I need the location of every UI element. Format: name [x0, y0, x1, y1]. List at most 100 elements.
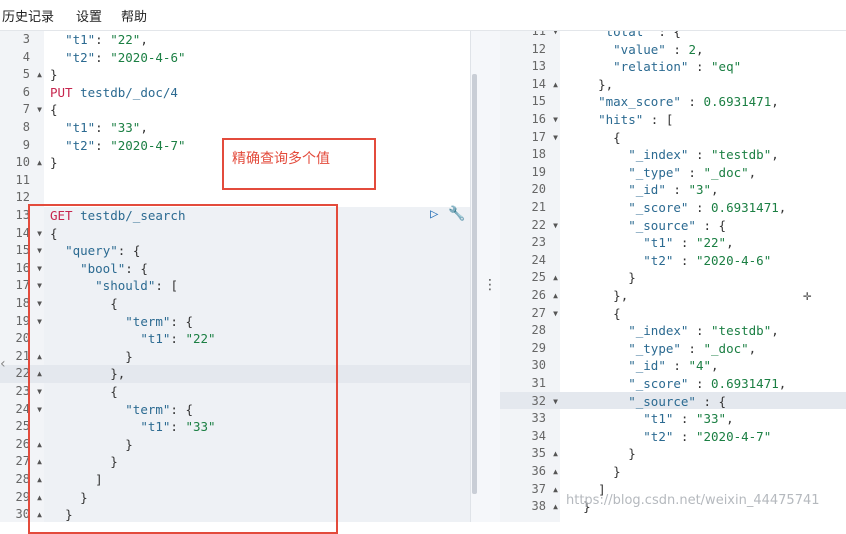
fold-close-icon[interactable]: ▲ — [553, 481, 558, 499]
code-line[interactable]: 27 ▼ { — [500, 305, 846, 323]
line-number: 25 — [531, 270, 546, 285]
fold-close-icon[interactable]: ▲ — [553, 445, 558, 463]
line-number: 38 — [531, 499, 546, 514]
code-line[interactable]: 19 "_type" : "_doc", — [500, 164, 846, 182]
fold-close-icon[interactable]: ▲ — [37, 154, 42, 172]
code-line[interactable]: 31 "_score" : 0.6931471, — [500, 375, 846, 393]
code-text: } — [613, 464, 621, 479]
code-line[interactable]: 12 "value" : 2, — [500, 41, 846, 59]
line-number: 7 — [22, 102, 30, 117]
code-text: "value" : 2, — [613, 41, 704, 57]
fold-close-icon[interactable]: ▲ — [553, 498, 558, 516]
line-number: 28 — [531, 323, 546, 338]
line-number: 37 — [531, 481, 546, 496]
code-text: "_source" : { — [628, 393, 727, 409]
code-line[interactable]: 33 "t1" : "33", — [500, 410, 846, 428]
line-number: 19 — [531, 164, 546, 179]
line-number: 21 — [531, 200, 546, 214]
fold-close-icon[interactable]: ▲ — [553, 269, 558, 287]
line-number: 29 — [531, 340, 546, 355]
code-line[interactable]: 23 "t1" : "22", — [500, 234, 846, 252]
line-number: 32 — [531, 393, 546, 408]
play-icon[interactable]: ▷ — [430, 206, 438, 222]
fold-open-icon[interactable]: ▼ — [553, 31, 558, 41]
code-line[interactable]: 17 ▼ { — [500, 129, 846, 147]
code-line[interactable]: 30 "_id" : "4", — [500, 357, 846, 375]
code-line[interactable]: 29 "_type" : "_doc", — [500, 340, 846, 358]
fold-close-icon[interactable]: ▲ — [553, 463, 558, 481]
code-line[interactable]: 11 ▼ "total" : { — [500, 31, 846, 41]
fold-open-icon[interactable]: ▼ — [553, 217, 558, 235]
fold-close-icon[interactable]: ▲ — [37, 66, 42, 84]
code-text: { — [613, 129, 621, 145]
code-text: } — [628, 270, 636, 286]
menu-bar: 历史记录 设置 帮助 — [0, 0, 846, 31]
code-text: { — [613, 305, 621, 321]
code-line[interactable]: 16 ▼ "hits" : [ — [500, 111, 846, 129]
fold-open-icon[interactable]: ▼ — [553, 129, 558, 147]
menu-history[interactable]: 历史记录 — [2, 6, 54, 25]
watermark: https://blog.csdn.net/weixin_44475741 — [566, 493, 820, 508]
menu-help[interactable]: 帮助 — [121, 6, 147, 25]
line-number: 8 — [22, 120, 30, 134]
code-text: } — [50, 67, 58, 83]
code-line[interactable]: 8 "t1": "33", — [0, 119, 470, 137]
code-line[interactable]: 15 "max_score" : 0.6931471, — [500, 93, 846, 111]
line-number: 10 — [15, 155, 30, 170]
code-text: "t2": "2020-4-6" — [65, 49, 186, 65]
chevron-left-icon: ‹ — [0, 356, 6, 372]
fold-open-icon[interactable]: ▼ — [553, 111, 558, 129]
fold-close-icon[interactable]: ▲ — [553, 76, 558, 94]
code-text: "hits" : [ — [598, 112, 674, 127]
line-number: 30 — [531, 358, 546, 373]
fold-open-icon[interactable]: ▼ — [37, 101, 42, 119]
line-number: 11 — [15, 172, 30, 187]
code-text: }, — [598, 76, 614, 92]
code-line[interactable]: 20 "_id" : "3", — [500, 181, 846, 199]
code-text: "_id" : "3", — [628, 182, 719, 198]
code-line[interactable]: 25 ▲ } — [500, 269, 846, 287]
line-number: 35 — [531, 446, 546, 461]
fold-open-icon[interactable]: ▼ — [553, 305, 558, 323]
wrench-icon[interactable]: 🔧 — [448, 206, 465, 222]
highlight-frame — [28, 204, 338, 534]
code-line[interactable]: 22 ▼ "_source" : { — [500, 217, 846, 235]
fold-close-icon[interactable]: ▲ — [553, 287, 558, 305]
code-line[interactable]: 13 "relation" : "eq" — [500, 58, 846, 76]
code-text: "t2" : "2020-4-7" — [643, 428, 772, 444]
code-line[interactable]: 35 ▲ } — [500, 445, 846, 463]
code-line[interactable]: 5 ▲} — [0, 66, 470, 84]
code-line[interactable]: 18 "_index" : "testdb", — [500, 146, 846, 164]
code-line[interactable]: 7 ▼ { — [0, 101, 470, 119]
code-line[interactable]: 14 ▲ }, — [500, 76, 846, 94]
code-line[interactable]: 28 "_index" : "testdb", — [500, 322, 846, 340]
line-number: 23 — [531, 235, 546, 250]
line-number: 20 — [531, 182, 546, 197]
line-number: 31 — [531, 376, 546, 390]
request-scrollbar[interactable] — [472, 74, 477, 494]
code-text: { — [50, 102, 58, 118]
code-line[interactable]: 6 PUT testdb/_doc/4 — [0, 84, 470, 102]
line-number: 16 — [531, 112, 546, 126]
code-line[interactable]: 36 ▲ } — [500, 463, 846, 481]
code-line[interactable]: 21 "_score" : 0.6931471, — [500, 199, 846, 217]
drag-handle-icon[interactable]: ⋮ — [483, 277, 497, 293]
line-number: 17 — [531, 129, 546, 144]
line-number: 33 — [531, 411, 546, 426]
response-viewer[interactable]: 11 ▼ "total" : {12 "value" : 2, 13 "relati… — [500, 31, 846, 522]
code-text: "_score" : 0.6931471, — [628, 376, 787, 391]
line-number: 12 — [531, 41, 546, 56]
line-number: 6 — [22, 84, 30, 99]
line-number: 22 — [531, 217, 546, 232]
code-line[interactable]: 4 "t2": "2020-4-6" — [0, 49, 470, 67]
fold-open-icon[interactable]: ▼ — [553, 393, 558, 411]
code-line[interactable]: 3 "t1": "22", — [0, 31, 470, 49]
code-line[interactable]: 24 "t2" : "2020-4-6" — [500, 252, 846, 270]
line-number: 3 — [22, 32, 30, 46]
annotation-label: 精确查询多个值 — [232, 151, 330, 167]
line-number: 36 — [531, 464, 546, 478]
code-line[interactable]: 32 ▼ "_source" : { — [500, 393, 846, 411]
code-line[interactable]: 26 ▲ }, — [500, 287, 846, 305]
code-line[interactable]: 34 "t2" : "2020-4-7" — [500, 428, 846, 446]
menu-settings[interactable]: 设置 — [76, 6, 102, 25]
